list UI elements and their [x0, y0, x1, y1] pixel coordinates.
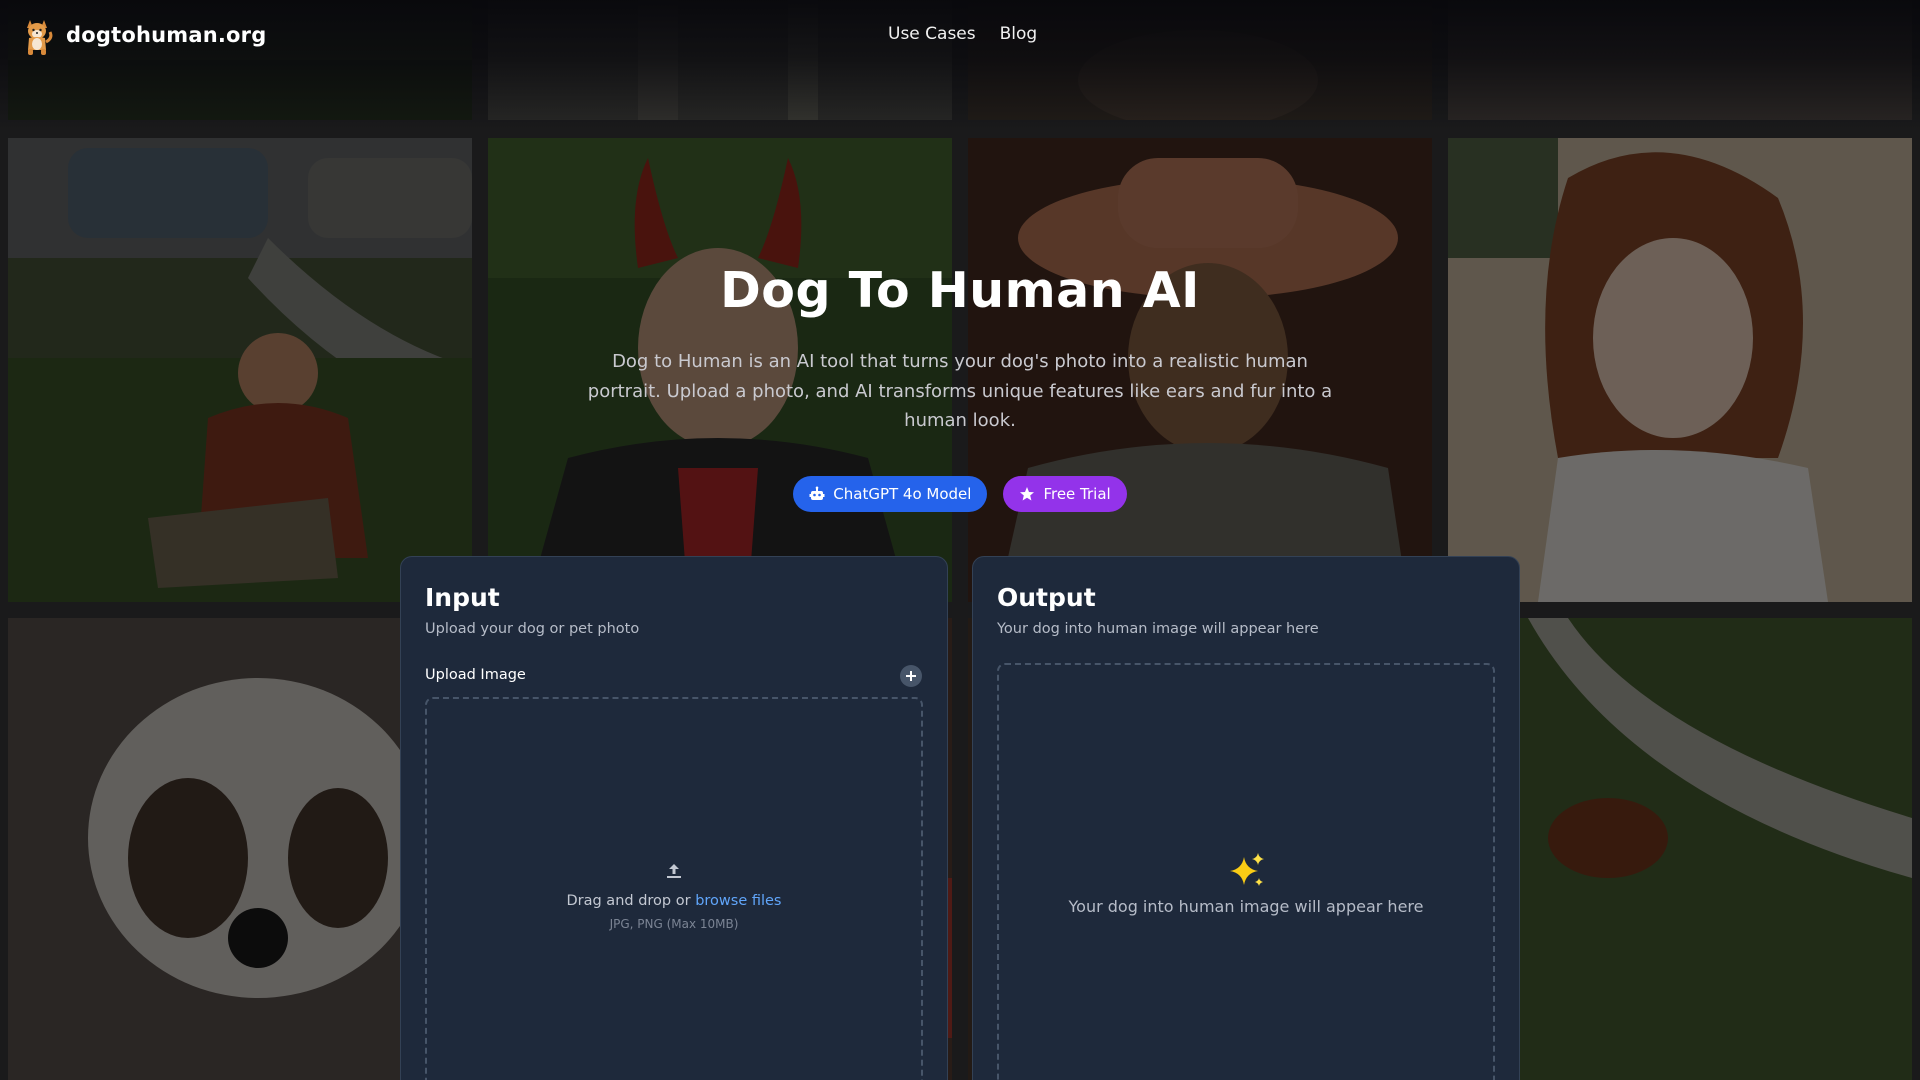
hero-section: Dog To Human AI Dog to Human is an AI to…: [0, 262, 1920, 512]
sparkles-icon: [1230, 853, 1264, 886]
free-trial-button[interactable]: Free Trial: [1003, 476, 1127, 512]
site-name: dogtohuman.org: [66, 23, 267, 47]
dropzone-text: Drag and drop or browse files: [427, 893, 921, 909]
nav-link-use-cases[interactable]: Use Cases: [888, 24, 976, 44]
image-dropzone[interactable]: Drag and drop or browse files JPG, PNG (…: [425, 697, 923, 1080]
hero-buttons: ChatGPT 4o Model Free Trial: [0, 476, 1920, 512]
dropzone-text-prefix: Drag and drop or: [566, 893, 691, 909]
input-panel: Input Upload your dog or pet photo Uploa…: [400, 556, 948, 1080]
input-panel-title: Input: [425, 583, 500, 612]
output-panel-subtitle: Your dog into human image will appear he…: [997, 621, 1319, 637]
output-panel-title: Output: [997, 583, 1096, 612]
site-header: dogtohuman.org Use Cases Blog: [0, 0, 1920, 70]
robot-icon: [809, 486, 825, 500]
plus-icon: [906, 671, 916, 681]
chatgpt-model-button[interactable]: ChatGPT 4o Model: [793, 476, 988, 512]
free-trial-label: Free Trial: [1043, 485, 1111, 503]
output-panel: Output Your dog into human image will ap…: [972, 556, 1520, 1080]
nav-link-blog[interactable]: Blog: [1000, 24, 1038, 44]
dropzone-content: Drag and drop or browse files JPG, PNG (…: [427, 861, 921, 931]
main-nav: Use Cases Blog: [888, 24, 1037, 44]
output-placeholder-text: Your dog into human image will appear he…: [1068, 897, 1424, 916]
chatgpt-model-label: ChatGPT 4o Model: [833, 485, 972, 503]
star-icon: [1020, 487, 1035, 501]
output-image-area: Your dog into human image will appear he…: [997, 663, 1495, 1080]
dropzone-file-hint: JPG, PNG (Max 10MB): [609, 917, 739, 931]
shiba-dog-icon: [27, 20, 53, 55]
upload-image-label: Upload Image: [425, 667, 526, 683]
brand-link[interactable]: dogtohuman.org: [18, 14, 266, 56]
input-panel-subtitle: Upload your dog or pet photo: [425, 621, 640, 637]
add-image-button[interactable]: [900, 665, 922, 687]
background-dim-overlay: [0, 0, 1920, 1080]
browse-files-link[interactable]: browse files: [695, 893, 781, 909]
upload-icon: [667, 864, 681, 878]
output-placeholder: Your dog into human image will appear he…: [999, 851, 1493, 916]
hero-title: Dog To Human AI: [720, 262, 1200, 319]
hero-description: Dog to Human is an AI tool that turns yo…: [587, 351, 1333, 431]
